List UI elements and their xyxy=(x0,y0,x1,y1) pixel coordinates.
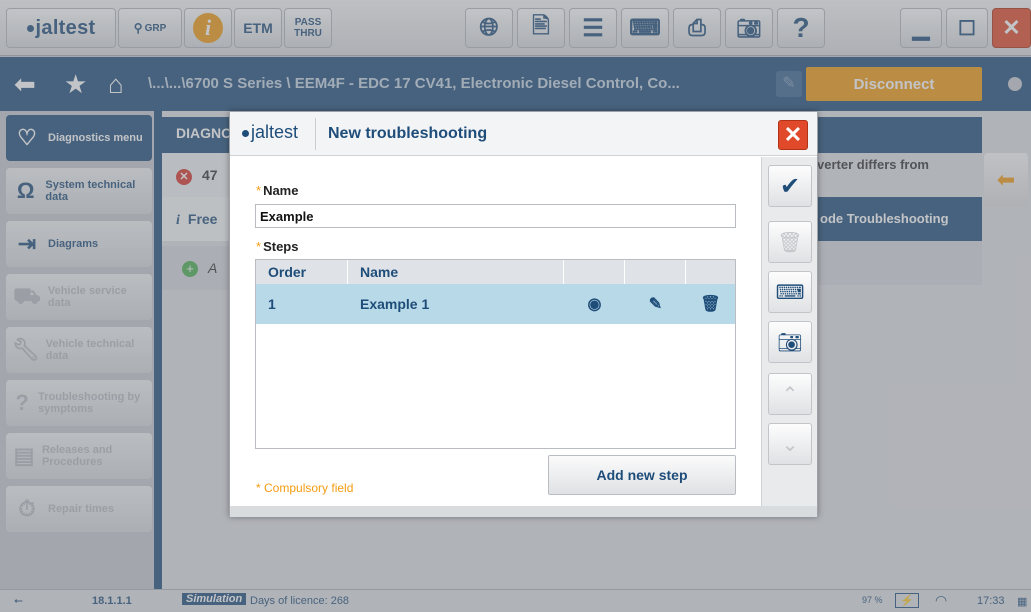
trash-icon: 🗑︎ xyxy=(700,296,721,313)
dialog-action-bar: ✔ 🗑︎ ⌨ 📷︎ ⌃ ⌄ xyxy=(761,157,817,517)
column-header-edit xyxy=(625,260,686,284)
compulsory-note: * Compulsory field xyxy=(256,481,354,495)
table-row[interactable]: 1 Example 1 ◉ ✎ 🗑︎ xyxy=(256,284,735,324)
header-divider xyxy=(315,118,316,150)
keyboard-button[interactable]: ⌨ xyxy=(768,271,812,313)
chevron-down-icon: ⌄ xyxy=(781,433,799,456)
checkmark-icon: ✔ xyxy=(779,172,801,200)
dialog-logo: jaltest xyxy=(242,122,298,143)
steps-table-header: Order Name xyxy=(256,260,735,284)
dialog-header: jaltest New troubleshooting ✕ xyxy=(230,112,817,156)
keyboard-icon: ⌨ xyxy=(775,281,805,304)
dialog-title: New troubleshooting xyxy=(328,125,488,142)
name-label: * Name xyxy=(256,183,299,198)
edit-step-button[interactable]: ✎ xyxy=(625,284,686,324)
column-header-delete xyxy=(686,260,735,284)
dialog-footer xyxy=(230,506,817,517)
view-step-button[interactable]: ◉ xyxy=(564,284,625,324)
confirm-button[interactable]: ✔ xyxy=(768,165,812,207)
column-header-name: Name xyxy=(348,260,564,284)
camera-icon: 📷︎ xyxy=(777,331,803,354)
move-up-button: ⌃ xyxy=(768,373,812,415)
new-troubleshooting-dialog: jaltest New troubleshooting ✕ *Name *Ste… xyxy=(229,111,818,517)
pencil-icon: ✎ xyxy=(648,296,663,313)
column-header-order: Order xyxy=(256,260,348,284)
delete-step-button[interactable]: 🗑︎ xyxy=(686,284,735,324)
close-icon: ✕ xyxy=(783,122,803,147)
chevron-up-icon: ⌃ xyxy=(781,383,799,406)
step-order: 1 xyxy=(268,296,276,312)
eye-icon: ◉ xyxy=(587,296,602,313)
delete-button: 🗑︎ xyxy=(768,221,812,263)
add-new-step-button[interactable]: Add new step xyxy=(548,455,736,495)
column-header-view xyxy=(564,260,625,284)
dialog-close-button[interactable]: ✕ xyxy=(778,120,808,150)
name-input[interactable] xyxy=(255,204,736,228)
step-name: Example 1 xyxy=(360,296,430,312)
troubleshooting-form: *Name *Steps Order Name 1 Example 1 ◉ ✎ … xyxy=(230,157,760,517)
steps-table: Order Name 1 Example 1 ◉ ✎ 🗑︎ xyxy=(255,259,736,449)
move-down-button: ⌄ xyxy=(768,423,812,465)
trash-icon: 🗑︎ xyxy=(777,231,803,254)
steps-label: * Steps xyxy=(256,239,299,254)
camera-button[interactable]: 📷︎ xyxy=(768,321,812,363)
